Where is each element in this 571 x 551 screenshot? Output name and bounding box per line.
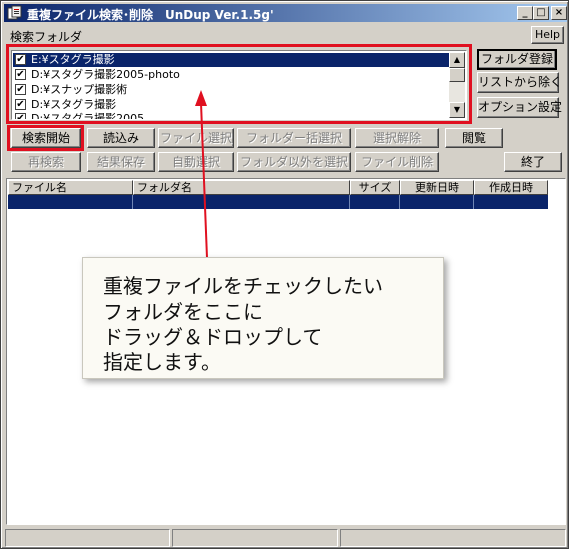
callout-line: 重複ファイルをチェックしたい <box>103 274 383 298</box>
instruction-callout: 重複ファイルをチェックしたい フォルダをここに ドラッグ＆ドロップして 指定しま… <box>82 257 444 379</box>
callout-line: 指定します。 <box>103 350 221 374</box>
